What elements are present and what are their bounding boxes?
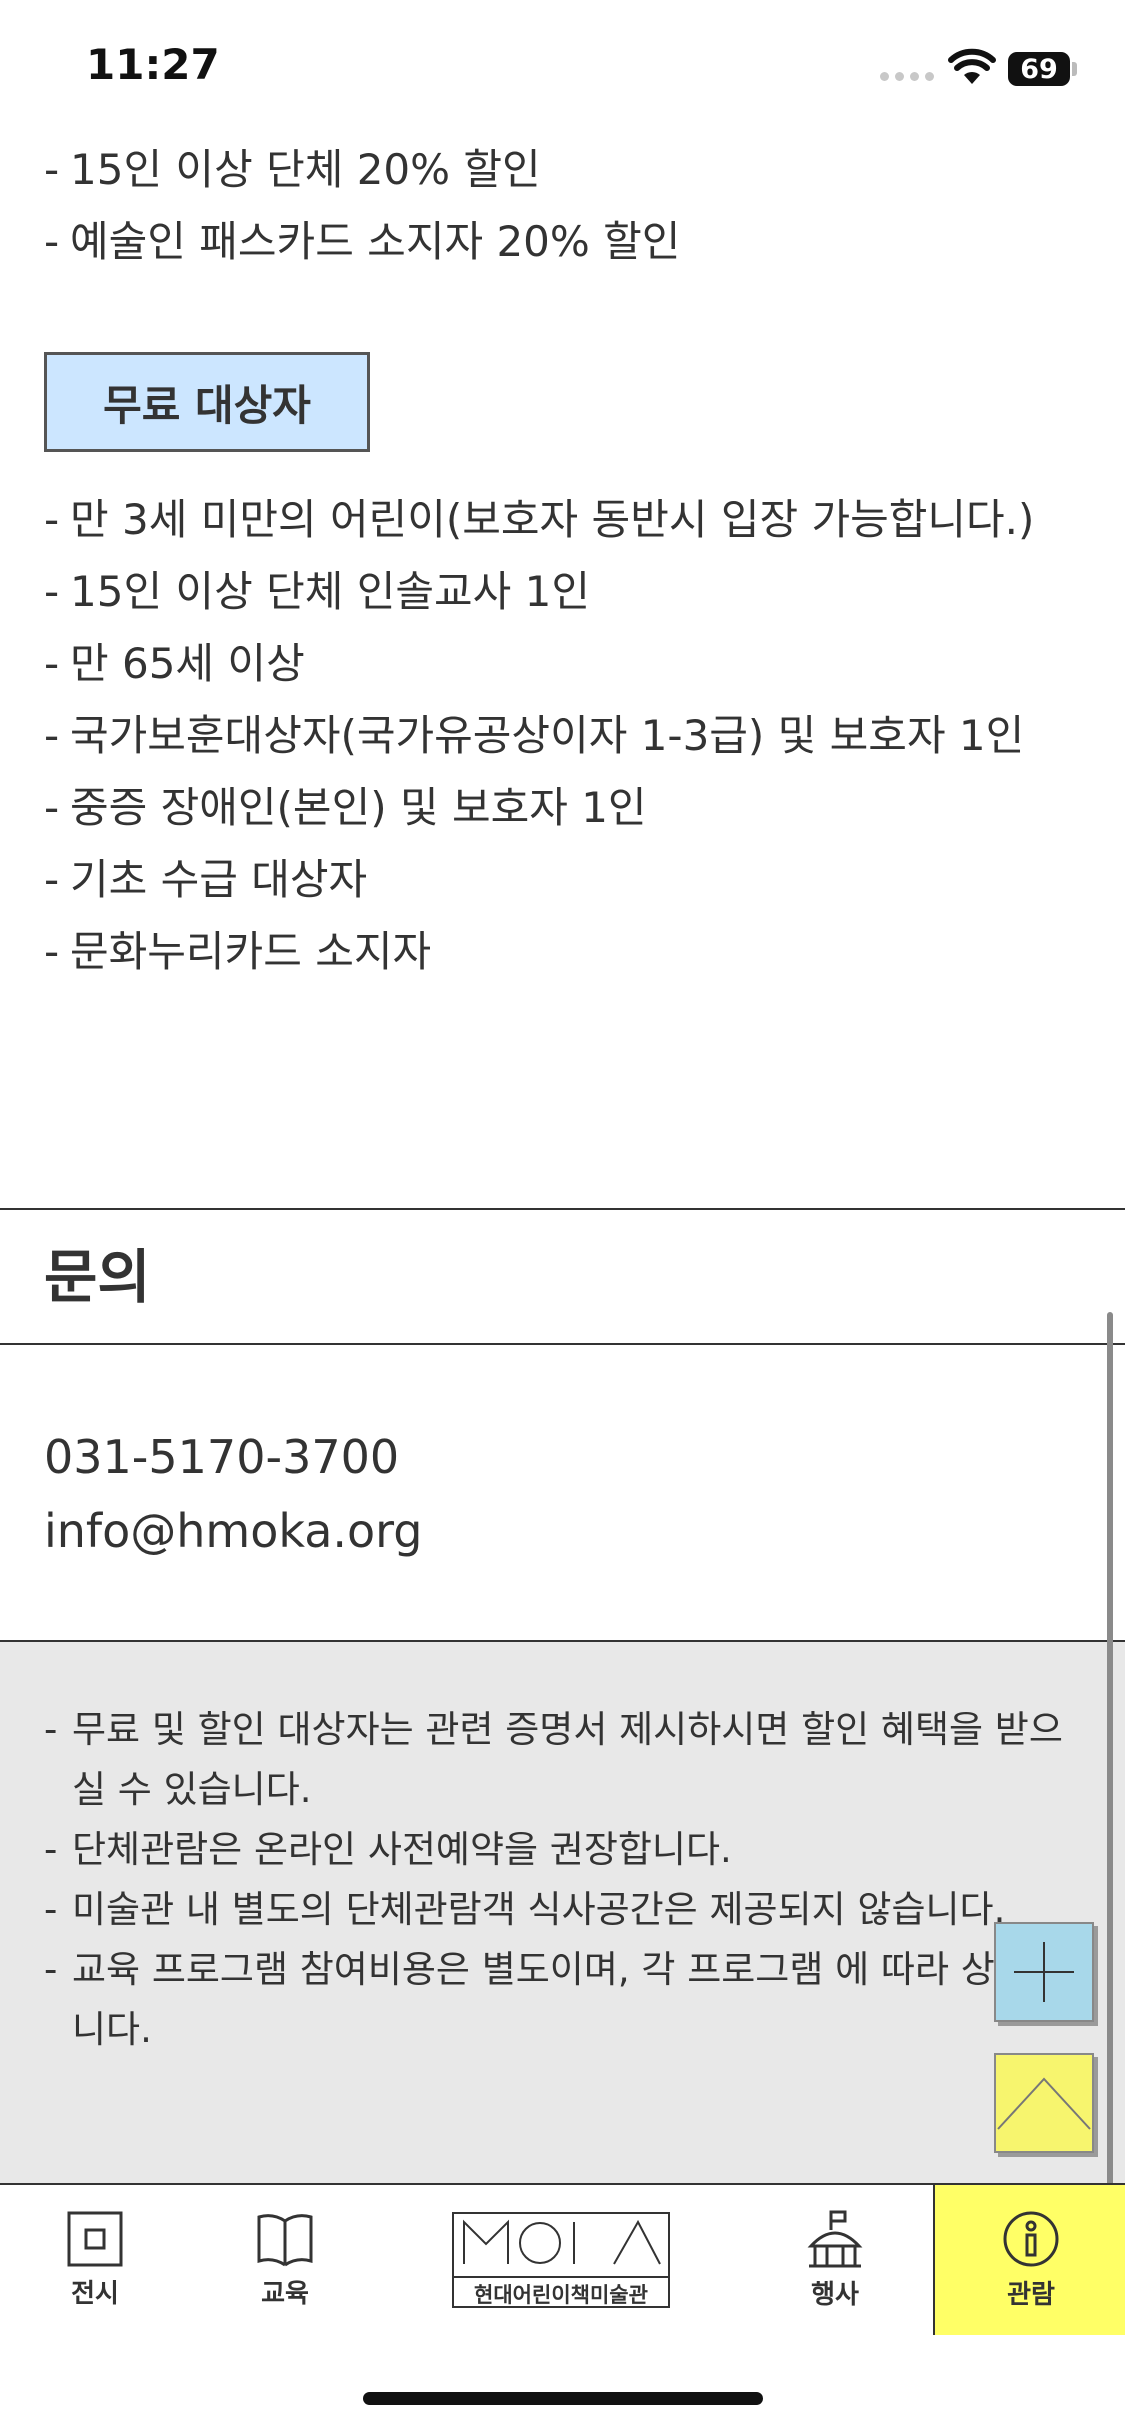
battery-tip xyxy=(1072,62,1077,76)
tab-label: 전시 xyxy=(71,2278,119,2309)
cellular-signal-icon xyxy=(880,72,934,81)
notice-item: 교육 프로그램 참여비용은 별도이며, 각 프로그램 에 따라 상이합니다. xyxy=(44,1940,1084,2060)
list-item: 만 65세 이상 xyxy=(44,628,1074,700)
tab-exhibit[interactable]: 전시 xyxy=(50,2185,140,2335)
logo-text: 현대어린이책미술관 xyxy=(454,2276,668,2312)
moka-logo-mark xyxy=(463,2219,661,2265)
moka-logo: 현대어린이책미술관 xyxy=(452,2212,670,2308)
status-time: 11:27 xyxy=(86,40,220,89)
notice-item: 무료 및 할인 대상자는 관련 증명서 제시하시면 할인 혜택을 받으실 수 있… xyxy=(44,1700,1084,1820)
contact-info: 031-5170-3700 info@hmoka.org xyxy=(44,1420,422,1568)
wifi-icon xyxy=(948,48,996,84)
tab-visit[interactable]: 관람 xyxy=(933,2185,1125,2335)
list-item: 15인 이상 단체 인솔교사 1인 xyxy=(44,556,1074,628)
square-frame-icon xyxy=(67,2211,123,2266)
email-link[interactable]: info@hmoka.org xyxy=(44,1494,422,1568)
divider xyxy=(0,1640,1125,1642)
open-book-icon xyxy=(257,2213,313,2266)
inquiry-title: 문의 xyxy=(44,1243,151,1311)
list-item: 만 3세 미만의 어린이(보호자 동반시 입장 가능합니다.) xyxy=(44,484,1074,556)
notice-list: 무료 및 할인 대상자는 관련 증명서 제시하시면 할인 혜택을 받으실 수 있… xyxy=(44,1700,1084,2060)
chevron-up-icon xyxy=(997,2077,1091,2130)
info-circle-icon xyxy=(1003,2211,1059,2266)
battery-level: 69 xyxy=(1020,53,1058,85)
notice-item: 단체관람은 온라인 사전예약을 권장합니다. xyxy=(44,1820,1084,1880)
discount-list: 15인 이상 단체 20% 할인 예술인 패스카드 소지자 20% 할인 xyxy=(44,134,680,278)
tab-label: 행사 xyxy=(811,2279,859,2310)
list-item: 기초 수급 대상자 xyxy=(44,844,1074,916)
list-item: 문화누리카드 소지자 xyxy=(44,916,1074,988)
battery-icon: 69 xyxy=(1008,52,1070,86)
phone-link[interactable]: 031-5170-3700 xyxy=(44,1420,422,1494)
divider xyxy=(0,1343,1125,1345)
tab-home-logo[interactable]: 현대어린이책미술관 xyxy=(448,2185,674,2335)
tab-education[interactable]: 교육 xyxy=(240,2185,330,2335)
list-item: 15인 이상 단체 20% 할인 xyxy=(44,134,680,206)
tent-flag-icon xyxy=(807,2210,863,2267)
plus-button[interactable] xyxy=(994,1922,1094,2022)
status-bar: 11:27 69 xyxy=(0,0,1125,140)
scrollbar[interactable] xyxy=(1107,1312,1113,2192)
free-eligible-badge: 무료 대상자 xyxy=(44,352,370,452)
tab-label: 교육 xyxy=(261,2278,309,2309)
bottom-tab-bar: 전시 교육 현대어린이책미술관 행사 관람 xyxy=(0,2183,1125,2335)
free-eligible-list: 만 3세 미만의 어린이(보호자 동반시 입장 가능합니다.) 15인 이상 단… xyxy=(44,484,1074,988)
list-item: 예술인 패스카드 소지자 20% 할인 xyxy=(44,206,680,278)
tab-label: 관람 xyxy=(1007,2279,1055,2310)
divider xyxy=(0,1208,1125,1210)
plus-icon xyxy=(1014,1942,1074,2002)
list-item: 중증 장애인(본인) 및 보호자 1인 xyxy=(44,772,1074,844)
list-item: 국가보훈대상자(국가유공상이자 1-3급) 및 보호자 1인 xyxy=(44,700,1074,772)
tab-event[interactable]: 행사 xyxy=(790,2185,880,2335)
notice-item: 미술관 내 별도의 단체관람객 식사공간은 제공되지 않습니다. xyxy=(44,1880,1084,1940)
scroll-to-top-button[interactable] xyxy=(994,2053,1094,2153)
home-indicator[interactable] xyxy=(363,2392,763,2405)
